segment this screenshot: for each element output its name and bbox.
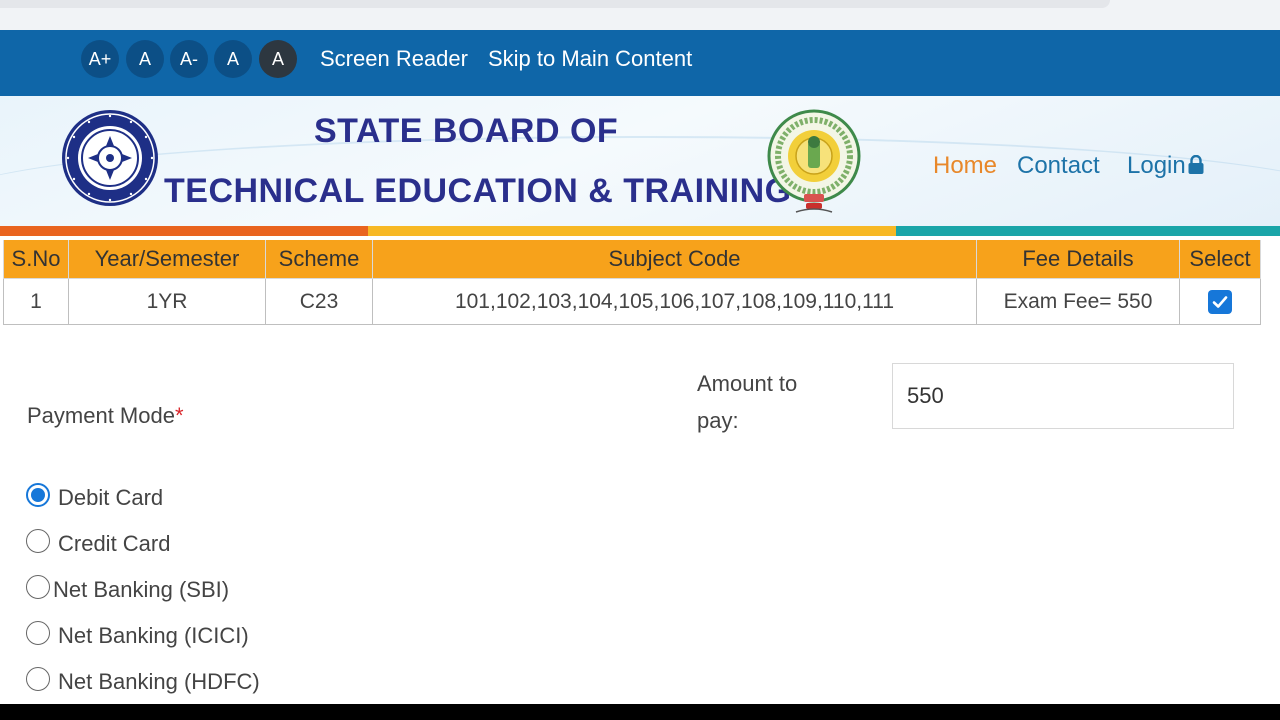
nav-login-label: Login	[1127, 152, 1186, 179]
column-header-subject-code: Subject Code	[372, 240, 977, 279]
nav-home-link[interactable]: Home	[933, 152, 997, 180]
amount-to-pay-label: Amount to pay:	[697, 371, 798, 433]
screen-reader-link[interactable]: Screen Reader	[320, 46, 468, 72]
header-stripe-teal	[896, 226, 1280, 236]
page-title-line-1: STATE BOARD OF	[314, 112, 619, 150]
header-stripe-yellow	[368, 226, 896, 236]
font-size-increase-button[interactable]: A+	[81, 40, 119, 78]
cell-year-semester: 1YR	[68, 278, 266, 325]
checkbox-checked-icon	[1212, 295, 1228, 308]
payment-mode-label: Payment Mode*	[27, 403, 184, 429]
cell-scheme: C23	[265, 278, 373, 325]
payment-mode-label-text: Payment Mode	[27, 403, 175, 428]
site-header: STATE BOARD OF TECHNICAL EDUCATION & TRA…	[0, 96, 1280, 226]
radio-label-net-banking-icici: Net Banking (ICICI)	[58, 623, 249, 648]
radio-debit-card[interactable]	[26, 483, 50, 507]
radio-label-net-banking-hdfc: Net Banking (HDFC)	[58, 669, 260, 694]
column-header-scheme: Scheme	[265, 240, 373, 279]
table-header-row: S.No Year/Semester Scheme Subject Code F…	[3, 240, 1261, 279]
font-size-decrease-button[interactable]: A-	[170, 40, 208, 78]
bottom-black-bar	[0, 704, 1280, 720]
column-header-fee-details: Fee Details	[976, 240, 1180, 279]
radio-label-debit-card: Debit Card	[58, 485, 164, 510]
lock-icon	[1188, 155, 1204, 174]
cell-fee-details: Exam Fee= 550	[976, 278, 1180, 325]
radio-label-credit-card: Credit Card	[58, 531, 171, 556]
dark-theme-button[interactable]: A	[259, 40, 297, 78]
select-checkbox[interactable]	[1208, 289, 1232, 314]
radio-label-net-banking-sbi: Net Banking (SBI)	[53, 577, 230, 602]
accessibility-bar: A+ A A- A A Screen Reader Skip to Main C…	[0, 30, 1280, 96]
light-theme-button[interactable]: A	[214, 40, 252, 78]
column-header-year-semester: Year/Semester	[68, 240, 266, 279]
nav-login-link[interactable]: Login	[1127, 152, 1204, 180]
column-header-sno: S.No	[3, 240, 69, 279]
amount-to-pay-input[interactable]	[892, 363, 1234, 429]
page-title-line-2: TECHNICAL EDUCATION & TRAINING	[164, 172, 792, 210]
radio-credit-card[interactable]	[26, 529, 50, 553]
sbtet-emblem-logo[interactable]	[60, 106, 160, 210]
cell-subject-code: 101,102,103,104,105,106,107,108,109,110,…	[372, 278, 977, 325]
required-marker: *	[174, 403, 184, 428]
header-stripe-orange	[0, 226, 368, 236]
cell-select	[1179, 278, 1261, 325]
font-size-normal-button[interactable]: A	[126, 40, 164, 78]
table-row: 1 1YR C23 101,102,103,104,105,106,107,10…	[3, 278, 1261, 325]
radio-net-banking-icici[interactable]	[26, 621, 50, 645]
radio-net-banking-hdfc[interactable]	[26, 667, 50, 691]
radio-net-banking-sbi[interactable]	[26, 575, 50, 599]
nav-contact-link[interactable]: Contact	[1017, 152, 1100, 180]
column-header-select: Select	[1179, 240, 1261, 279]
andhra-pradesh-state-emblem-logo	[767, 109, 861, 213]
skip-to-main-content-link[interactable]: Skip to Main Content	[488, 46, 692, 72]
cell-sno: 1	[3, 278, 69, 325]
top-strip-pill	[0, 0, 1110, 8]
browser-top-strip	[0, 0, 1280, 30]
subject-fee-table: S.No Year/Semester Scheme Subject Code F…	[3, 240, 1261, 325]
